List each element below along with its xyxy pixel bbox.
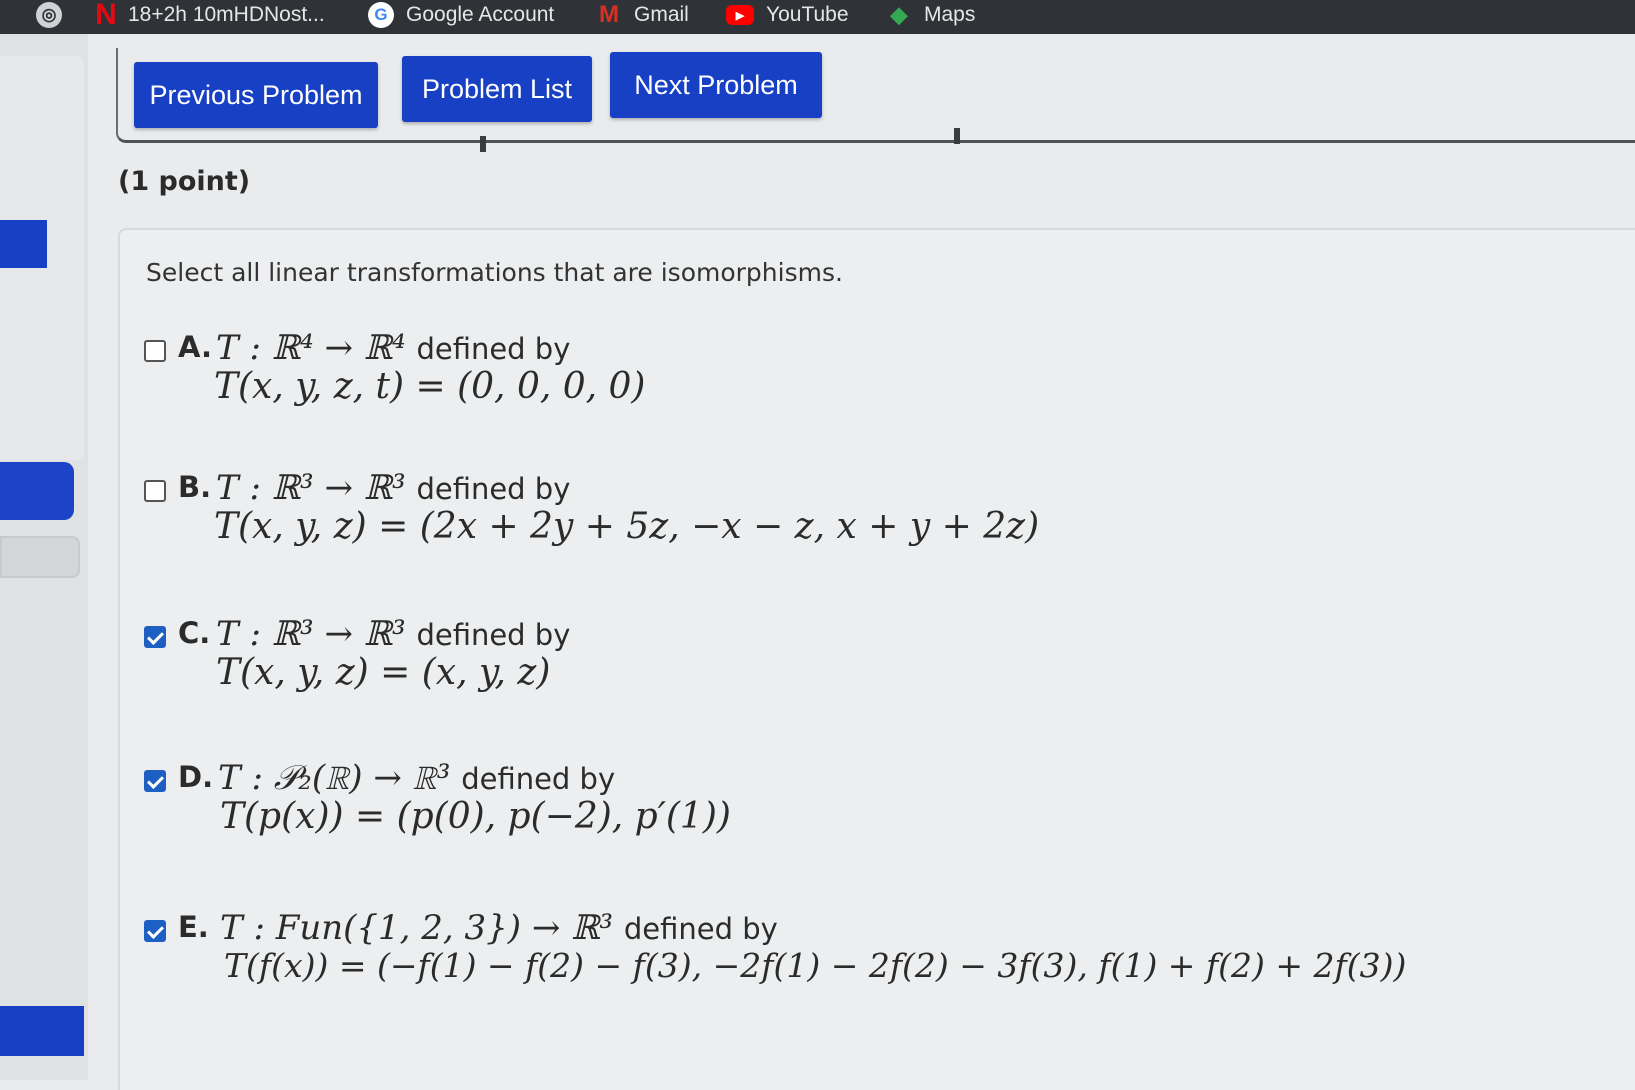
youtube-icon: ▶	[726, 5, 754, 25]
choice-header: T : ℝ⁴ → ℝ⁴ defined by	[216, 328, 571, 368]
choice-formula: T(x, y, z, t) = (0, 0, 0, 0)	[214, 366, 646, 407]
choice-header: T : ℝ³ → ℝ³ defined by	[216, 614, 571, 654]
problem-points: (1 point)	[118, 166, 251, 197]
choice-c-checkbox[interactable]	[144, 626, 166, 648]
choice-letter: D.	[178, 760, 214, 794]
maps-icon: ◆	[890, 2, 908, 27]
problem-nav-frame: Previous Problem Problem List Next Probl…	[116, 48, 1635, 152]
choice-letter: E.	[178, 910, 209, 944]
bookmark-google-account[interactable]: G Google Account	[368, 0, 554, 30]
choice-header: T : Fun({1, 2, 3}) → ℝ³ defined by	[220, 908, 778, 948]
bookmark-label: Google Account	[406, 3, 555, 26]
globe-icon: ◎	[36, 2, 62, 28]
choice-formula: T(p(x)) = (p(0), p(−2), p′(1))	[220, 796, 731, 837]
choice-a-checkbox[interactable]	[144, 340, 166, 362]
bookmark-label: 18+2h 10mHDNost...	[128, 3, 325, 26]
divider-tick	[480, 136, 486, 152]
bookmark-netflix[interactable]: N 18+2h 10mHDNost...	[95, 0, 325, 31]
choice-letter: A.	[178, 330, 212, 364]
choice-formula: T(x, y, z) = (2x + 2y + 5z, −x − z, x + …	[214, 506, 1040, 547]
choice-formula: T(x, y, z) = (x, y, z)	[216, 652, 551, 693]
google-icon: G	[368, 2, 394, 28]
choice-header: T : 𝒫₂(ℝ) → ℝ³ defined by	[218, 758, 616, 798]
choice-b-checkbox[interactable]	[144, 480, 166, 502]
bookmark-label: YouTube	[766, 3, 849, 26]
netflix-icon: N	[95, 0, 117, 31]
choice-formula: T(f(x)) = (−f(1) − f(2) − f(3), −2f(1) −…	[224, 946, 1407, 985]
problem-prompt: Select all linear transformations that a…	[146, 258, 843, 287]
bookmark-gmail[interactable]: M Gmail	[596, 0, 689, 30]
bookmark-label: Gmail	[634, 3, 689, 26]
choice-header: T : ℝ³ → ℝ³ defined by	[216, 468, 571, 508]
problem-list-button[interactable]: Problem List	[402, 56, 592, 122]
bookmark-globe[interactable]: ◎	[36, 0, 62, 30]
choice-d-checkbox[interactable]	[144, 770, 166, 792]
sidebar	[0, 34, 88, 1080]
choice-letter: C.	[178, 616, 211, 650]
sidebar-blue-button[interactable]	[0, 462, 74, 520]
previous-problem-button[interactable]: Previous Problem	[134, 62, 378, 128]
gmail-icon: M	[599, 1, 619, 28]
divider-tick	[954, 128, 960, 144]
choice-e-checkbox[interactable]	[144, 920, 166, 942]
bookmark-label: Maps	[924, 3, 976, 26]
problem-body: Select all linear transformations that a…	[118, 228, 1635, 1090]
next-problem-button[interactable]: Next Problem	[610, 52, 822, 118]
sidebar-blue-button[interactable]	[0, 1006, 84, 1056]
bookmark-maps[interactable]: ◆ Maps	[886, 0, 976, 30]
sidebar-grey-button[interactable]	[0, 536, 80, 578]
bookmark-youtube[interactable]: ▶ YouTube	[726, 0, 849, 30]
choice-letter: B.	[178, 470, 212, 504]
sidebar-blue-button[interactable]	[0, 220, 47, 268]
bookmarks-bar: ◎ N 18+2h 10mHDNost... G Google Account …	[0, 0, 1635, 34]
